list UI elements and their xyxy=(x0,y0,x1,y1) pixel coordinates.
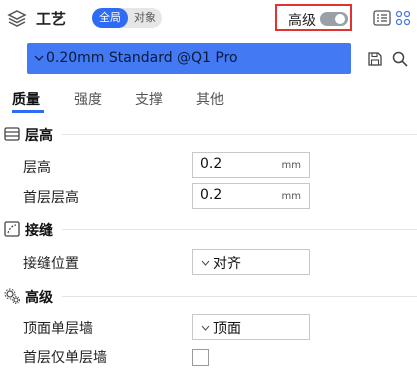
preset-dropdown[interactable]: 0.20mm Standard @Q1 Pro xyxy=(27,43,351,74)
section-divider xyxy=(62,296,417,297)
section-title: 层高 xyxy=(25,128,53,144)
layers-icon xyxy=(7,10,27,27)
search-icon[interactable] xyxy=(392,51,408,67)
section-title: 高级 xyxy=(25,290,53,306)
panel-title: 工艺 xyxy=(36,10,67,28)
section-seam: 接缝 xyxy=(0,218,417,240)
section-layer-height: 层高 xyxy=(0,123,417,145)
top-surface-single-wall-dropdown[interactable]: 顶面 xyxy=(192,314,310,340)
compare-icon[interactable] xyxy=(394,10,412,26)
input-value: 0.2 xyxy=(200,156,223,172)
seam-icon xyxy=(4,221,20,237)
tab-strength[interactable]: 强度 xyxy=(74,89,102,109)
seam-position-dropdown[interactable]: 对齐 xyxy=(192,249,310,275)
advanced-label: 高级 xyxy=(288,13,316,29)
mode-global-button[interactable]: 全局 xyxy=(92,8,128,28)
section-advanced: 高级 xyxy=(0,285,417,307)
input-unit: mm xyxy=(281,191,301,202)
save-icon[interactable] xyxy=(368,52,382,66)
advanced-switch[interactable] xyxy=(320,12,348,26)
chevron-down-icon xyxy=(201,260,210,266)
first-layer-single-wall-checkbox[interactable] xyxy=(192,349,209,366)
chevron-down-icon xyxy=(34,55,44,61)
input-unit: mm xyxy=(281,160,301,171)
global-object-toggle[interactable]: 全局 对象 xyxy=(92,8,162,28)
active-tab-indicator xyxy=(12,110,44,113)
first-layer-height-label: 首层层高 xyxy=(23,190,79,206)
chevron-down-icon xyxy=(201,325,210,331)
gears-icon xyxy=(4,288,20,304)
dropdown-value: 顶面 xyxy=(213,321,241,337)
process-header: 工艺 全局 对象 高级 xyxy=(0,0,417,36)
advanced-toggle-area[interactable]: 高级 xyxy=(275,4,352,31)
layer-height-icon xyxy=(4,127,20,141)
list-settings-icon[interactable] xyxy=(373,10,391,26)
tab-support[interactable]: 支撑 xyxy=(135,89,163,109)
dropdown-value: 对齐 xyxy=(213,256,241,272)
tab-others[interactable]: 其他 xyxy=(196,89,224,109)
section-divider xyxy=(62,134,417,135)
section-divider xyxy=(62,229,417,230)
first-layer-single-wall-label: 首层仅单层墙 xyxy=(23,350,107,366)
mode-object-button[interactable]: 对象 xyxy=(130,8,160,28)
section-title: 接缝 xyxy=(25,223,53,239)
seam-position-label: 接缝位置 xyxy=(23,256,79,272)
switch-knob xyxy=(335,14,345,24)
preset-value: 0.20mm Standard @Q1 Pro xyxy=(46,50,238,66)
layer-height-label: 层高 xyxy=(23,160,51,176)
input-value: 0.2 xyxy=(200,187,223,203)
first-layer-height-input[interactable]: 0.2 mm xyxy=(192,183,310,209)
layer-height-input[interactable]: 0.2 mm xyxy=(192,152,310,178)
top-surface-single-wall-label: 顶面单层墙 xyxy=(23,321,93,337)
tab-quality[interactable]: 质量 xyxy=(12,89,40,109)
settings-tabs: 质量 强度 支撑 其他 xyxy=(0,84,417,116)
